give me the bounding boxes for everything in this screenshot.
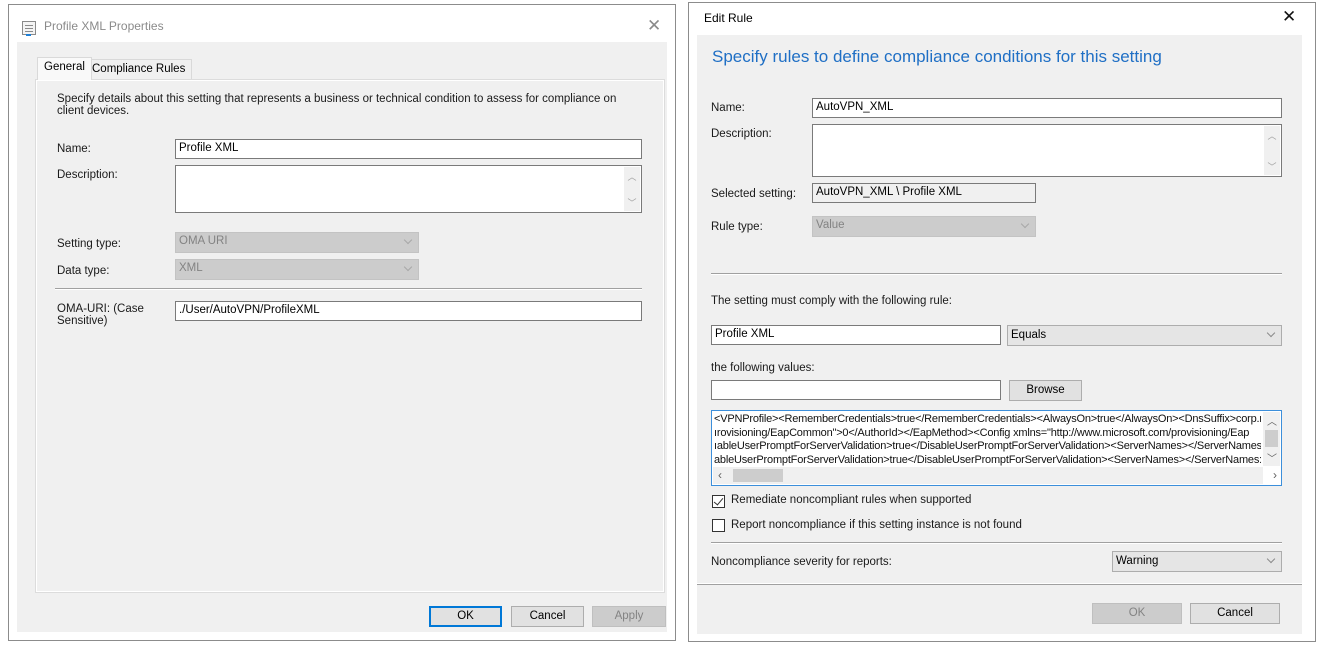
horizontal-scrollbar[interactable]: ‹ › [713, 467, 1277, 484]
severity-value: Warning [1116, 555, 1159, 567]
general-tab-panel: Specify details about this setting that … [35, 79, 665, 593]
operator-select[interactable]: Equals [1007, 325, 1282, 346]
cancel-button[interactable]: Cancel [1190, 603, 1280, 624]
selected-setting-label: Selected setting: [711, 188, 797, 200]
remediate-checkbox[interactable] [712, 495, 725, 508]
operator-value: Equals [1011, 329, 1047, 341]
scroll-up-icon[interactable]: ︿ [1267, 413, 1277, 428]
chevron-down-icon [403, 264, 413, 274]
severity-label: Noncompliance severity for reports: [711, 556, 892, 568]
rule-type-select: Value [812, 216, 1036, 237]
cancel-button[interactable]: Cancel [511, 606, 584, 627]
chevron-down-icon [1020, 221, 1030, 231]
scroll-down-icon[interactable]: ﹀ [624, 196, 640, 209]
setting-type-value: OMA URI [179, 235, 228, 247]
ok-button: OK [1092, 603, 1182, 624]
scrollbar-thumb[interactable] [1265, 430, 1278, 447]
values-input[interactable] [711, 380, 1001, 400]
scrollbar-thumb[interactable] [733, 469, 783, 482]
chevron-down-icon [1266, 330, 1276, 340]
name-input[interactable]: Profile XML [175, 139, 642, 159]
setting-type-select: OMA URI [175, 232, 419, 253]
scroll-right-icon[interactable]: › [1273, 468, 1277, 482]
ok-button[interactable]: OK [429, 606, 502, 627]
dialog-footer: OK Cancel [697, 584, 1302, 634]
rule-setting-field: Profile XML [711, 325, 1001, 345]
vertical-scrollbar[interactable]: ︿ ﹀ [1263, 412, 1280, 466]
intro-text: Specify details about this setting that … [57, 93, 617, 117]
name-label: Name: [57, 143, 91, 155]
name-input[interactable]: AutoVPN_XML [812, 98, 1282, 118]
xml-lines: <VPNProfile><RememberCredentials>true</R… [714, 413, 1261, 467]
browse-button[interactable]: Browse [1009, 380, 1082, 401]
description-textarea[interactable]: ︿ ﹀ [812, 124, 1282, 177]
name-label: Name: [711, 102, 745, 114]
edit-rule-dialog: Edit Rule ✕ Specify rules to define comp… [688, 2, 1316, 642]
dialog-heading: Specify rules to define compliance condi… [712, 47, 1162, 66]
scroll-down-icon[interactable]: ﹀ [1264, 160, 1280, 173]
oma-uri-label: OMA-URI: (Case Sensitive) [57, 303, 144, 327]
dialog-title: Profile XML Properties [44, 19, 164, 33]
chevron-down-icon [1266, 556, 1276, 566]
xml-line: ableUserPromptForServerValidation>true</… [714, 453, 1261, 466]
scroll-left-icon[interactable]: ‹ [718, 468, 722, 482]
selected-setting-field: AutoVPN_XML \ Profile XML [812, 183, 1036, 203]
oma-uri-input[interactable]: ./User/AutoVPN/ProfileXML [175, 301, 642, 321]
apply-button: Apply [592, 606, 666, 627]
remediate-label[interactable]: Remediate noncompliant rules when suppor… [731, 494, 971, 506]
comply-label: The setting must comply with the followi… [711, 295, 952, 307]
xml-line: ırovisioning/EapCommon">0</AuthorId></Ea… [714, 426, 1250, 439]
tab-compliance-rules[interactable]: Compliance Rules [85, 59, 193, 80]
description-scrollbar[interactable]: ︿ ﹀ [624, 167, 640, 211]
data-type-value: XML [179, 262, 203, 274]
description-textarea[interactable]: ︿ ﹀ [175, 165, 642, 213]
data-type-label: Data type: [57, 265, 110, 277]
dialog-client-area: Specify rules to define compliance condi… [697, 35, 1302, 583]
tab-general[interactable]: General [37, 57, 92, 80]
dialog-title: Edit Rule [704, 11, 753, 25]
separator [55, 288, 642, 290]
scroll-up-icon[interactable]: ︿ [1264, 129, 1280, 142]
report-noncompliance-label[interactable]: Report noncompliance if this setting ins… [731, 519, 1022, 531]
severity-select[interactable]: Warning [1112, 551, 1282, 572]
setting-type-label: Setting type: [57, 238, 121, 250]
separator [711, 542, 1282, 544]
close-icon[interactable]: ✕ [647, 17, 661, 34]
values-label: the following values: [711, 362, 815, 374]
dialog-client-area: General Compliance Rules Specify details… [17, 42, 667, 632]
rule-type-label: Rule type: [711, 221, 763, 233]
properties-sheet-icon [22, 21, 36, 36]
xml-value-textarea[interactable]: <VPNProfile><RememberCredentials>true</R… [711, 410, 1282, 486]
data-type-select: XML [175, 259, 419, 280]
report-noncompliance-checkbox[interactable] [712, 519, 725, 532]
rule-type-value: Value [816, 219, 845, 231]
profile-xml-properties-dialog: Profile XML Properties ✕ General Complia… [8, 4, 676, 641]
description-label: Description: [57, 169, 118, 181]
scroll-down-icon[interactable]: ﹀ [1267, 450, 1277, 465]
scroll-up-icon[interactable]: ︿ [624, 170, 640, 183]
xml-line: <VPNProfile><RememberCredentials>true</R… [714, 413, 1261, 425]
description-scrollbar[interactable]: ︿ ﹀ [1264, 126, 1280, 175]
description-label: Description: [711, 128, 772, 140]
close-icon[interactable]: ✕ [1282, 8, 1296, 25]
chevron-down-icon [403, 237, 413, 247]
separator [711, 273, 1282, 275]
xml-line: ıableUserPromptForServerValidation>true<… [714, 440, 1261, 452]
